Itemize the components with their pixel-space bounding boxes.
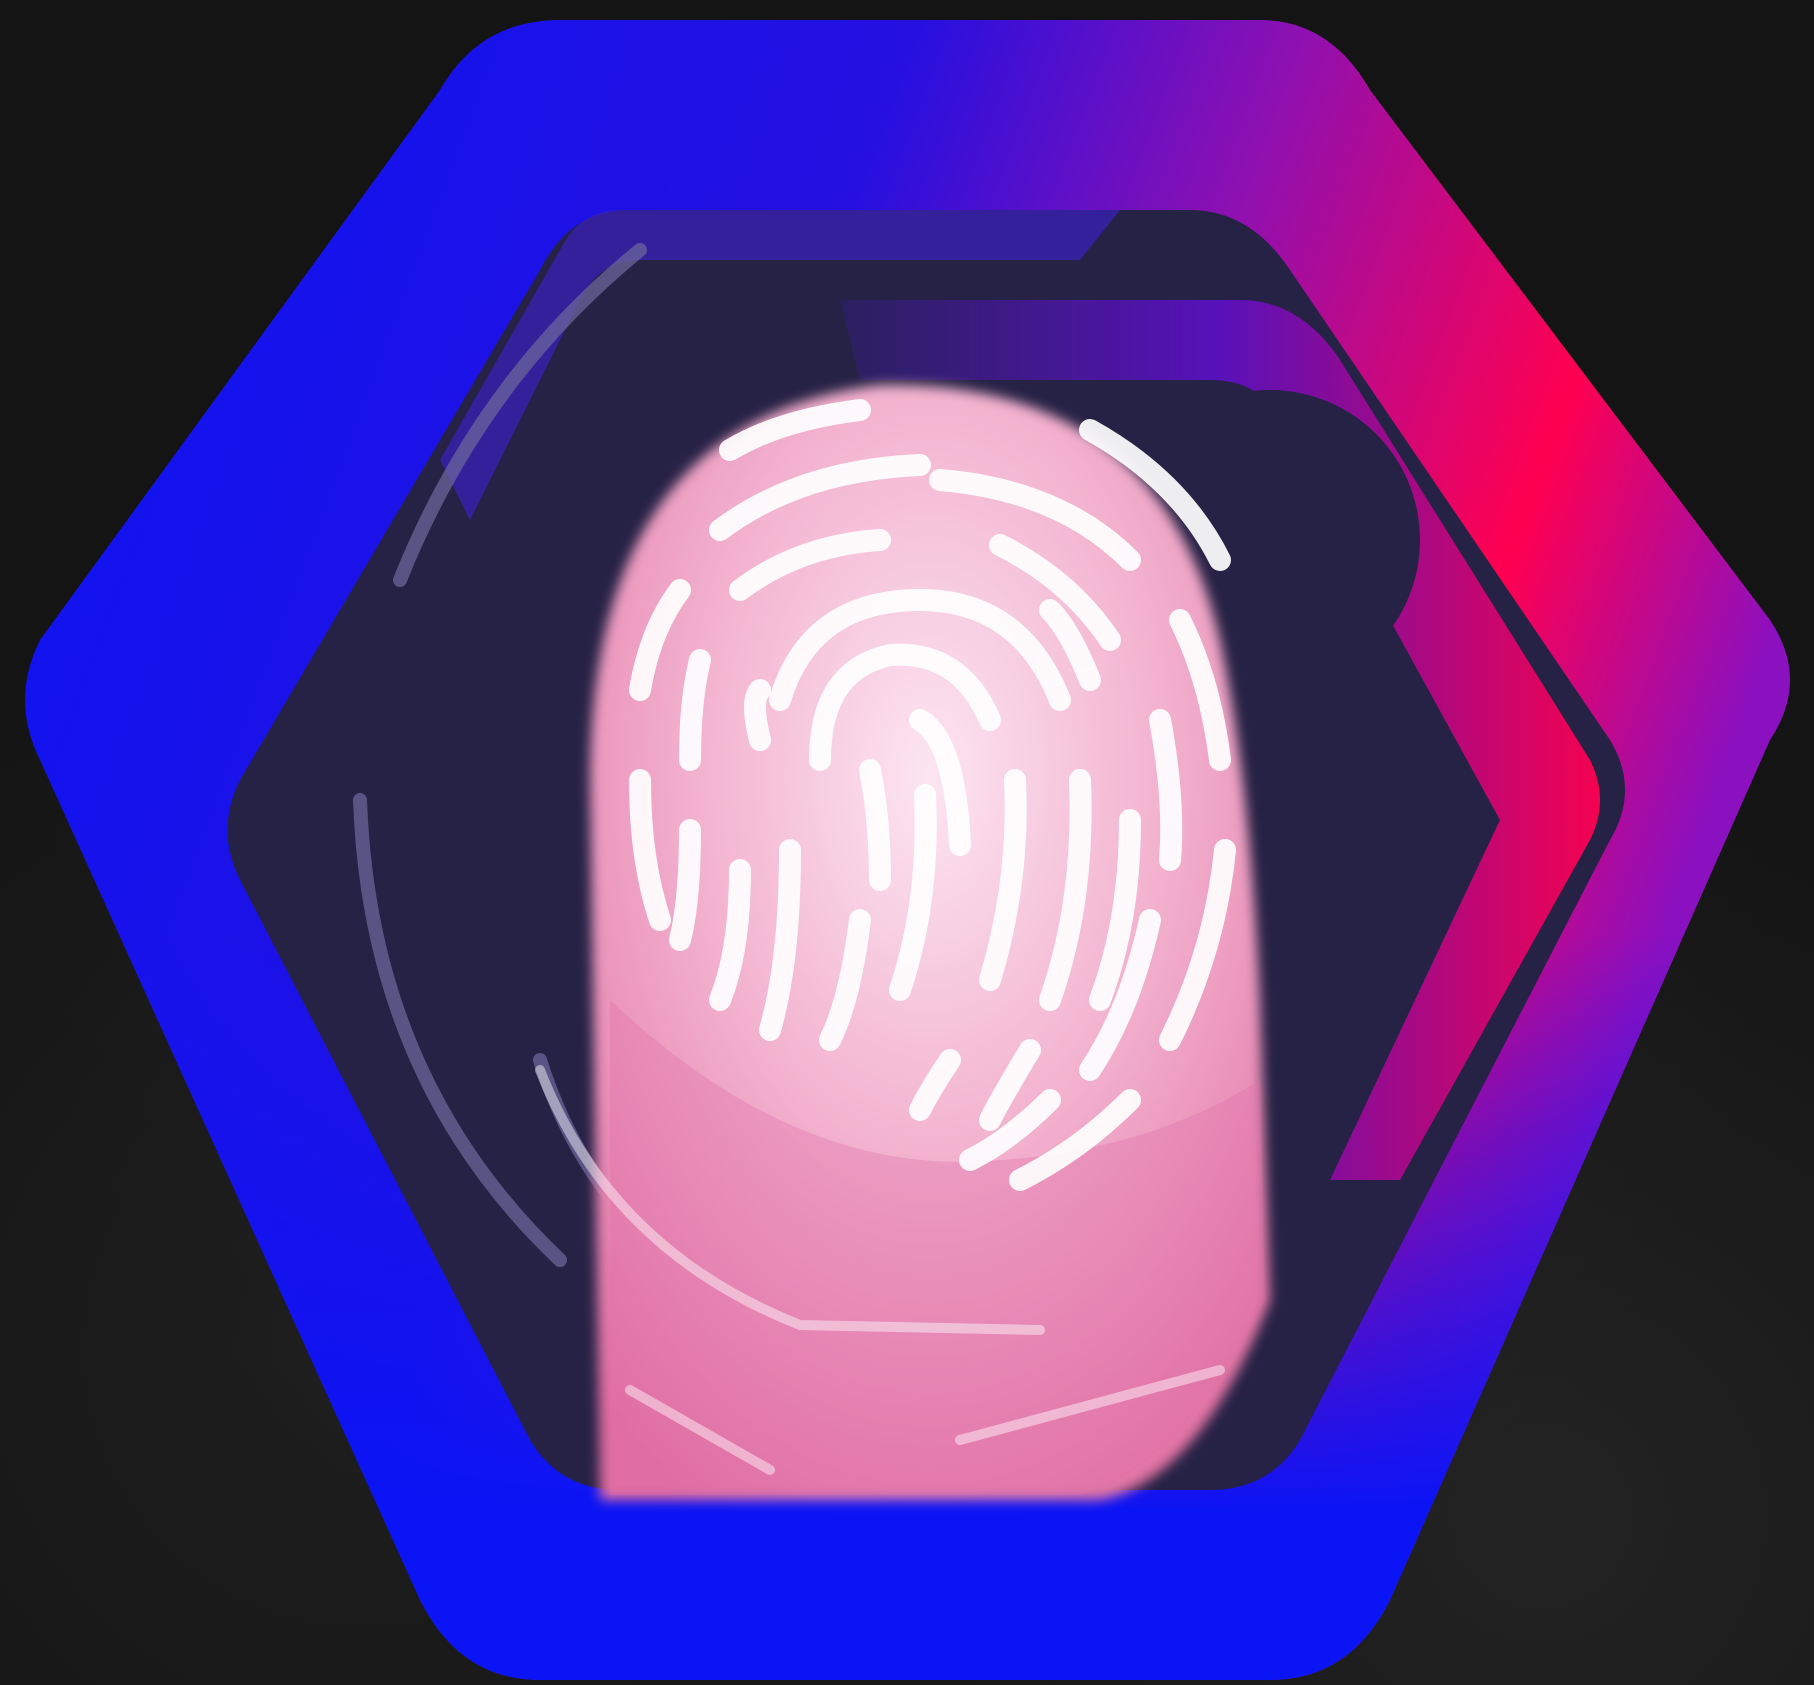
fingerprint-scene: [0, 0, 1814, 1685]
finger-icon: [590, 384, 1270, 1501]
illustration-canvas: [25, 20, 1790, 1680]
